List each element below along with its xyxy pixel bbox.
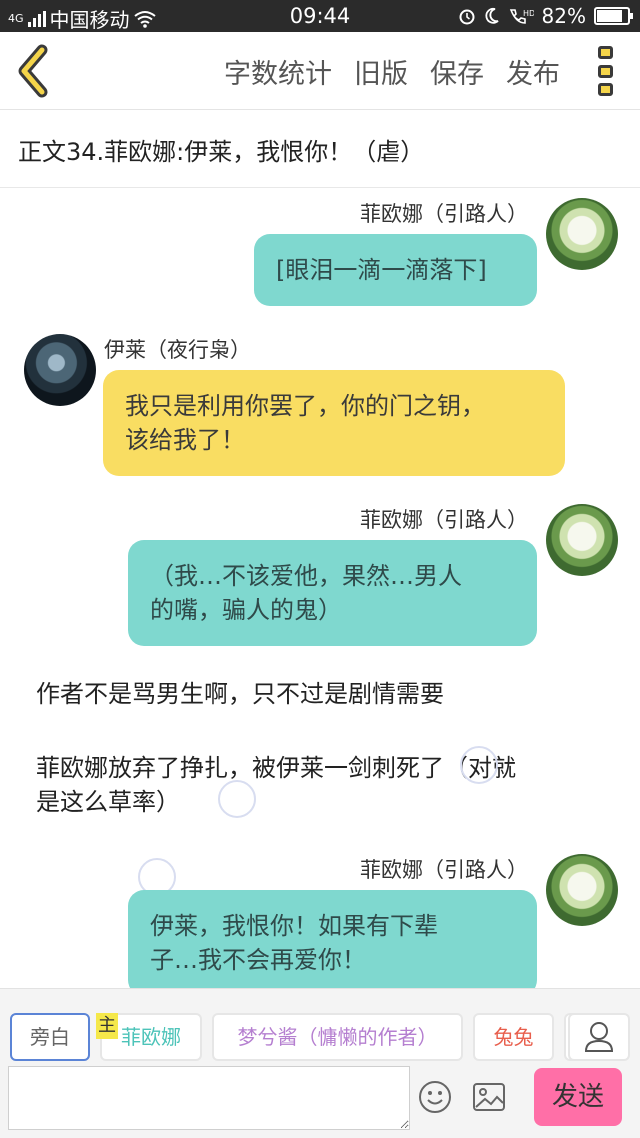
role-bar: 旁白 菲欧娜 主 梦兮酱（慵懒的作者） 兔兔 [0, 988, 640, 1062]
battery-percent: 82% [541, 4, 586, 28]
message-text: 该给我了！ [125, 426, 245, 454]
alarm-icon [459, 9, 475, 25]
send-button[interactable]: 发送 [534, 1068, 622, 1126]
status-right: HD 82% [458, 4, 633, 28]
role-author[interactable]: 梦兮酱（慵懒的作者） [212, 1013, 463, 1061]
narration[interactable]: 作者不是骂男生啊，只不过是剧情需要 [36, 677, 444, 711]
narration-text: 是这么草率） [36, 788, 180, 816]
publish-button[interactable]: 发布 [506, 52, 560, 91]
message-input[interactable] [8, 1066, 410, 1130]
narration-text: 菲欧娜放弃了挣扎，被伊莱一剑刺死了（对就 [36, 754, 516, 782]
avatar[interactable] [546, 198, 618, 270]
svg-text:HD: HD [523, 9, 534, 18]
message-bubble[interactable]: 伊莱，我恨你！如果有下辈 子…我不会再爱你！ [128, 890, 537, 988]
avatar[interactable] [24, 334, 96, 406]
speaker-name: 菲欧娜（引路人） [360, 508, 528, 532]
emoji-button[interactable] [418, 1080, 452, 1114]
image-button[interactable] [472, 1082, 506, 1112]
message-left[interactable]: 伊莱（夜行枭） 我只是利用你罢了，你的门之钥， 该给我了！ [0, 328, 640, 478]
moon-icon [484, 7, 499, 24]
message-right[interactable]: 菲欧娜（引路人） [眼泪一滴一滴落下] [0, 188, 640, 308]
back-button[interactable] [12, 44, 56, 98]
narration-text: 作者不是骂男生啊，只不过是剧情需要 [36, 680, 444, 708]
message-bubble[interactable]: （我…不该爱他，果然…男人 的嘴，骗人的鬼） [128, 540, 537, 646]
message-text: 子…我不会再爱你！ [150, 946, 366, 974]
main-role-badge: 主 [96, 1013, 118, 1039]
chevron-left-icon [18, 44, 48, 98]
word-count-button[interactable]: 字数统计 [224, 52, 332, 91]
hd-call-icon: HD [509, 9, 534, 24]
smiley-icon [419, 1081, 451, 1113]
top-nav: 字数统计 旧版 保存 发布 [0, 32, 640, 110]
narration[interactable]: 菲欧娜放弃了挣扎，被伊莱一剑刺死了（对就 是这么草率） [36, 751, 616, 819]
chapter-title[interactable]: 正文34.菲欧娜:伊莱，我恨你！（虐） [0, 110, 640, 188]
touch-indicator [460, 746, 498, 784]
message-bubble[interactable]: [眼泪一滴一滴落下] [254, 234, 537, 306]
role-narrator[interactable]: 旁白 [10, 1013, 90, 1061]
speaker-name: 伊莱（夜行枭） [104, 338, 251, 362]
avatar[interactable] [546, 854, 618, 926]
message-right[interactable]: 菲欧娜（引路人） 伊莱，我恨你！如果有下辈 子…我不会再爱你！ [0, 846, 640, 988]
avatar[interactable] [546, 504, 618, 576]
battery-fill [597, 10, 622, 22]
message-text: [眼泪一滴一滴落下] [276, 256, 487, 284]
speaker-name: 菲欧娜（引路人） [360, 858, 528, 882]
touch-indicator [218, 780, 256, 818]
chat-area[interactable]: 菲欧娜（引路人） [眼泪一滴一滴落下] 伊莱（夜行枭） 我只是利用你罢了，你的门… [0, 188, 640, 988]
old-version-button[interactable]: 旧版 [354, 52, 408, 91]
message-text: 的嘴，骗人的鬼） [150, 596, 342, 624]
message-right[interactable]: 菲欧娜（引路人） （我…不该爱他，果然…男人 的嘴，骗人的鬼） [0, 496, 640, 646]
speaker-name: 菲欧娜（引路人） [360, 202, 528, 226]
profile-button[interactable] [568, 1013, 630, 1061]
message-text: （我…不该爱他，果然…男人 [150, 562, 462, 590]
role-label: 菲欧娜 [121, 1025, 181, 1049]
message-text: 伊莱，我恨你！如果有下辈 [150, 912, 438, 940]
person-icon [584, 1022, 614, 1052]
status-bar: 4G 中国移动 09:44 HD 82% [0, 0, 640, 32]
save-button[interactable]: 保存 [430, 52, 484, 91]
image-icon [473, 1083, 505, 1111]
battery-icon [594, 7, 633, 25]
composer: 发送 [0, 1062, 640, 1138]
message-bubble[interactable]: 我只是利用你罢了，你的门之钥， 该给我了！ [103, 370, 565, 476]
message-text: 我只是利用你罢了，你的门之钥， [125, 392, 485, 420]
nav-actions: 字数统计 旧版 保存 发布 [224, 52, 560, 91]
role-tutu[interactable]: 兔兔 [473, 1013, 554, 1061]
more-vertical-icon[interactable] [598, 46, 614, 96]
